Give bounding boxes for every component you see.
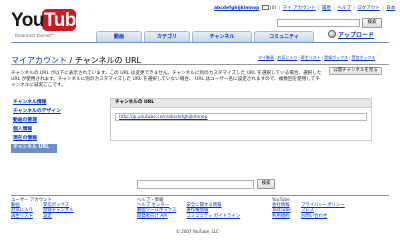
logo-you-text: You	[11, 10, 44, 31]
history-link[interactable]: 履歴	[322, 6, 331, 11]
youtube-logo[interactable]: You Tube Broadcast Yourself™	[11, 9, 86, 39]
copyright: © 2007 YouTube, LLC	[176, 229, 219, 234]
view-public-channel-button[interactable]: 公開チャンネルを見る	[329, 67, 382, 75]
sidebar-item-channel-design[interactable]: チャンネルのデザイン	[11, 108, 61, 117]
separator: |	[278, 6, 281, 11]
title-divider	[11, 64, 389, 65]
account-subnav: マイ動画|お気に入り|再生リスト|登録ボックス|受信ボックス	[258, 55, 375, 61]
footer-link[interactable]: 再生リスト	[11, 214, 33, 219]
tab-categories[interactable]: カテゴリ	[144, 31, 190, 42]
separator: |	[318, 6, 320, 11]
subnav-favorites[interactable]: お気に入り	[277, 55, 297, 60]
mail-count: (0)	[269, 6, 277, 11]
tab-videos[interactable]: 動画	[96, 31, 142, 42]
separator: |	[333, 6, 335, 11]
page-description: チャンネルの URL が以下に表示されています。この URL は変更できません。…	[11, 71, 322, 88]
username-link[interactable]: abcdefghijklmnop	[214, 6, 259, 11]
footer-search-button[interactable]: 検索	[257, 179, 275, 189]
footer-link[interactable]: 登録チャンネル	[43, 208, 74, 213]
separator: |	[321, 55, 324, 60]
subnav-inbox[interactable]: 受信ボックス	[351, 55, 375, 60]
separator: |	[353, 6, 355, 11]
mail-icon[interactable]	[261, 5, 269, 10]
search-button[interactable]: 検索	[362, 18, 382, 28]
sidebar-item-channel-url[interactable]: チャンネル URL	[11, 144, 57, 153]
footer-link[interactable]: 利用規約	[272, 214, 291, 219]
search-input[interactable]	[277, 19, 360, 27]
footer-search-input[interactable]	[137, 180, 254, 189]
logo-tagline: Broadcast Yourself™	[15, 33, 56, 38]
logo-tube-text: Tube	[44, 10, 86, 31]
language-link[interactable]: 日本	[386, 6, 395, 11]
header-divider	[11, 42, 389, 43]
panel-header: チャンネルの URL	[111, 99, 371, 108]
footer-col-youtube: YouTube 会社情報 TestTube 利用規約 プライバシーポリシー プレ…	[272, 198, 345, 219]
sidebar: チャンネル情報 チャンネルのデザイン 動画の管理 個人情報 現在の情報 チャンネ…	[11, 99, 61, 153]
sidebar-item-video-management[interactable]: 動画の管理	[11, 117, 57, 126]
channel-url-panel: チャンネルの URL http://jp.youtube.com/abcdefg…	[110, 98, 372, 141]
footer-link[interactable]: お問い合わせ	[301, 214, 345, 219]
upload-icon[interactable]	[328, 30, 336, 38]
help-link[interactable]: ヘルプ	[337, 6, 351, 11]
tab-channels[interactable]: チャンネル	[192, 31, 252, 42]
separator: |	[382, 6, 384, 11]
footer-link[interactable]: お気に入り	[11, 208, 33, 213]
footer-link[interactable]: 動画ツールボックス	[137, 208, 176, 213]
my-account-link[interactable]: マイ アカウント	[283, 6, 316, 11]
footer-divider	[11, 195, 389, 196]
footer-link[interactable]: コミュニティ ガイドライン	[186, 214, 240, 219]
upload-link[interactable]: アップロード	[338, 30, 374, 39]
footer-link[interactable]: TestTube	[272, 208, 291, 213]
separator: |	[298, 55, 300, 60]
footer-link[interactable]: 開発者向け API	[137, 214, 176, 219]
tab-community[interactable]: コミュニティ	[254, 31, 314, 42]
subnav-my-videos[interactable]: マイ動画	[258, 55, 274, 60]
sidebar-item-personal-info[interactable]: 個人情報	[11, 126, 57, 135]
subnav-subscriptions[interactable]: 登録ボックス	[324, 55, 348, 60]
logout-link[interactable]: ログアウト	[357, 6, 380, 11]
footer-col-account: ユーザー アカウント 動画 お気に入り 再生リスト 受信ボックス 登録チャンネル…	[11, 198, 74, 219]
footer-link[interactable]: 設定	[43, 214, 74, 219]
channel-url-link[interactable]: http://jp.youtube.com/abcdefghijklmnop	[115, 113, 367, 121]
sidebar-item-channel-info[interactable]: チャンネル情報	[11, 99, 57, 108]
sidebar-item-current-info[interactable]: 現在の情報	[11, 135, 57, 144]
main-nav: 動画 カテゴリ チャンネル コミュニティ	[96, 31, 336, 42]
top-links: abcdefghijklmnop (0) | マイ アカウント | 履歴 | ヘ…	[214, 4, 395, 11]
footer-col-help: ヘルプ・情報 ヘルプ センター 動画ツールボックス 開発者向け API 安全に関…	[137, 198, 240, 219]
subnav-playlists[interactable]: 再生リスト	[301, 55, 321, 60]
